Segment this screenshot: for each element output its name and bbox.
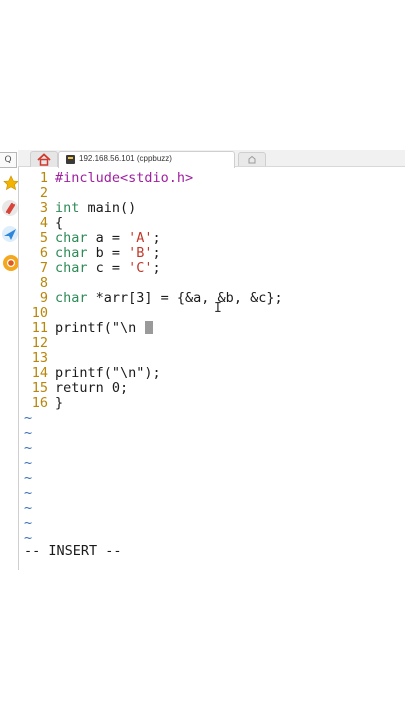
code-text: char a = 'A'; [55,230,161,246]
empty-line-tilde: ~ [24,470,33,486]
line-number: 8 [39,275,48,291]
code-text: char c = 'C'; [55,260,161,276]
text-cursor [145,321,154,334]
line-number: 5 [39,230,48,246]
code-line[interactable]: 7 char c = 'C'; [18,261,161,276]
code-text: #include<stdio.h> [55,170,194,186]
code-line[interactable]: 6 char b = 'B'; [18,246,161,261]
line-number: 16 [31,395,48,411]
line-number: 12 [31,335,48,351]
code-text: printf("\n"); [55,365,161,381]
code-line[interactable]: 9 char *arr[3] = {&a, &b, &c}; [18,291,283,306]
code-line[interactable]: 5 char a = 'A'; [18,231,161,246]
code-text: printf("\n [55,321,154,336]
code-line[interactable]: 12 [18,336,55,351]
chrome-icon[interactable] [0,253,19,273]
paperclip-app-icon[interactable] [0,198,18,218]
line-number: 6 [39,245,48,261]
vim-mode-indicator: -- INSERT -- [24,543,122,559]
terminal-editor[interactable]: 1 #include<stdio.h> 2 3 int main() 4{5 char a … [18,168,405,570]
new-tab-icon [248,155,256,164]
tab-title: 192.168.56.101 (cppbuzz) [79,154,172,163]
code-text: int main() [55,200,137,216]
code-line[interactable]: 10 [18,306,55,321]
empty-line-tilde: ~ [24,455,33,471]
search-icon[interactable]: Q [0,152,17,168]
code-line[interactable]: 8 [18,276,55,291]
line-number: 13 [31,350,48,366]
code-line[interactable]: 4{ [18,216,63,231]
bookmark-star-icon[interactable] [0,173,19,193]
empty-line-tilde: ~ [24,440,33,456]
send-app-icon[interactable] [0,224,18,244]
empty-line-tilde: ~ [24,515,33,531]
code-line[interactable]: 3 int main() [18,201,136,216]
tab-home[interactable] [30,151,58,167]
home-icon [36,153,52,166]
empty-line-tilde: ~ [24,410,33,426]
code-line[interactable]: 16} [18,396,63,411]
code-text: return 0; [55,380,129,396]
code-line[interactable]: 11 printf("\n [18,320,154,336]
line-number: 11 [31,320,48,336]
tab-ssh-session[interactable]: 192.168.56.101 (cppbuzz) [58,151,235,168]
code-line[interactable]: 2 [18,186,55,201]
code-line[interactable]: 14 printf("\n"); [18,366,161,381]
line-number: 15 [31,380,48,396]
code-line[interactable]: 1 #include<stdio.h> [18,171,193,186]
code-text: char *arr[3] = {&a, &b, &c}; [55,290,283,306]
code-text: { [55,215,64,231]
code-text: } [55,395,64,411]
empty-line-tilde: ~ [24,485,33,501]
line-number: 1 [39,170,48,186]
code-text: char b = 'B'; [55,245,161,261]
empty-line-tilde: ~ [24,425,33,441]
mouse-ibeam-cursor: I [214,301,222,316]
line-number: 9 [39,290,48,306]
line-number: 14 [31,365,48,381]
terminal-icon [66,155,75,164]
line-number: 7 [39,260,48,276]
code-line[interactable]: 15 return 0; [18,381,128,396]
new-tab-button[interactable] [238,152,266,166]
line-number: 2 [39,185,48,201]
code-line[interactable]: 13 [18,351,55,366]
line-number: 10 [31,305,48,321]
empty-line-tilde: ~ [24,500,33,516]
line-number: 3 [39,200,48,216]
line-number: 4 [39,215,48,231]
